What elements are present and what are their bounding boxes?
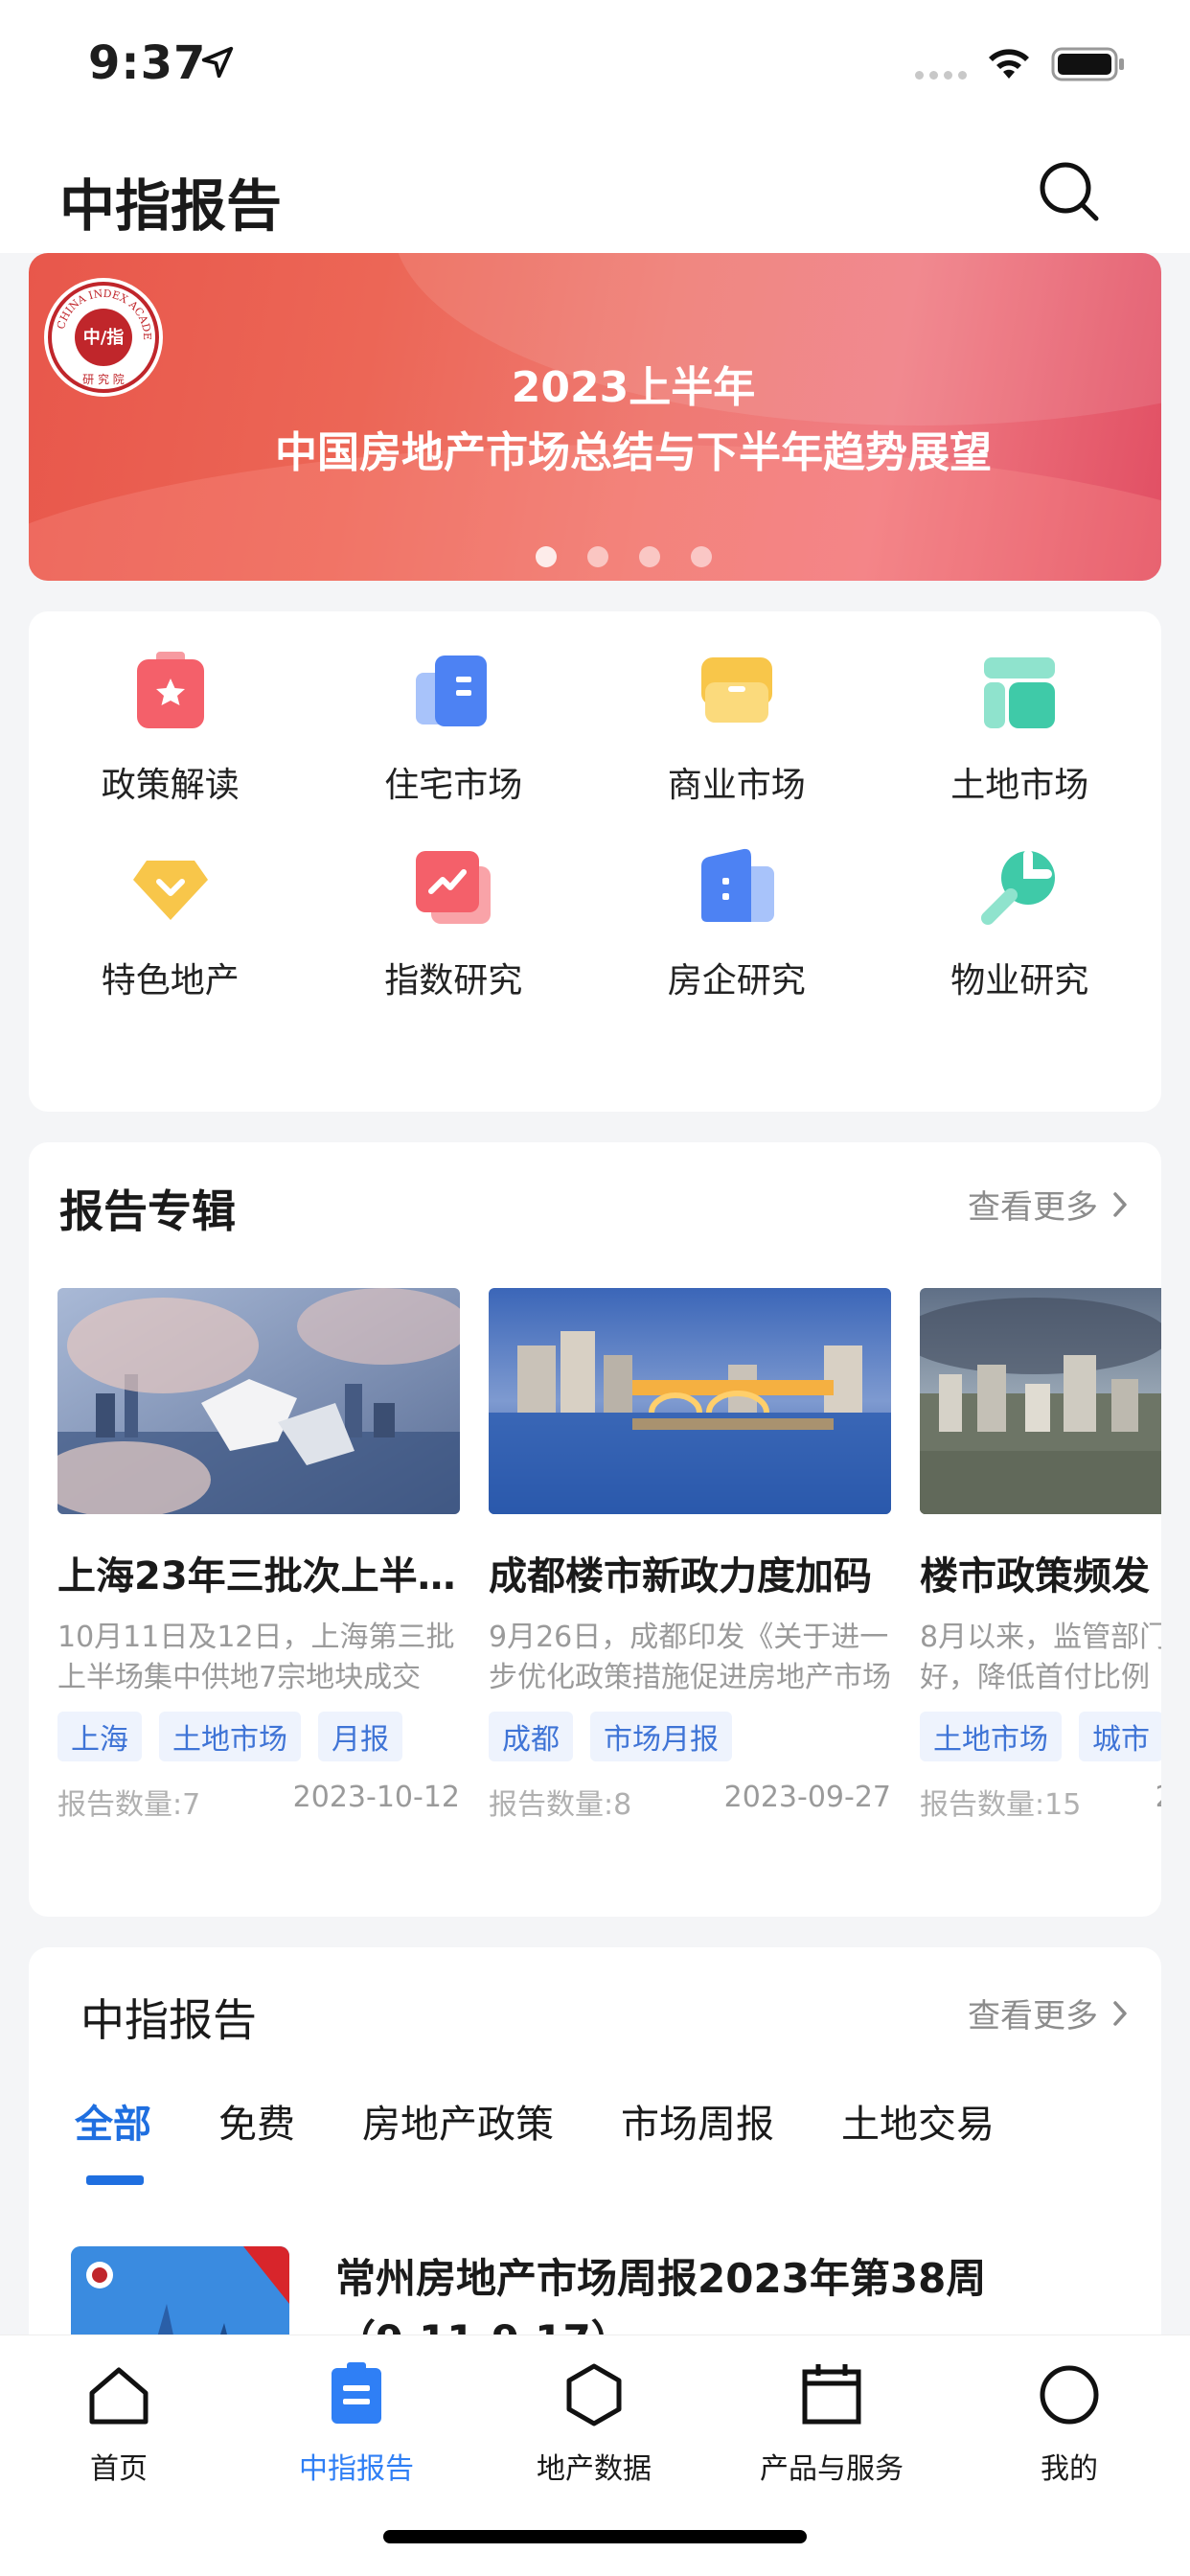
albums-more-link[interactable]: 查看更多	[968, 1181, 1133, 1228]
album-description: 10月11日及12日，上海第三批上半场集中供地7宗地块成交	[57, 1621, 455, 1694]
album-tag[interactable]: 土地市场	[159, 1712, 301, 1761]
tabbar-products[interactable]: 产品与服务	[713, 2360, 950, 2487]
carousel-dot[interactable]	[639, 546, 660, 567]
album-report-count: 报告数量:8	[489, 1788, 632, 1822]
report-filter-tabs: 全部 免费 房地产政策 市场周报 土地交易	[75, 2093, 1062, 2185]
reports-section-title: 中指报告	[80, 1994, 257, 2046]
album-title: 上海23年三批次上半场土地市场月报	[57, 1554, 460, 1598]
profile-icon	[1040, 2365, 1099, 2425]
tab-market-weekly[interactable]: 市场周报	[621, 2093, 774, 2149]
land-icon	[984, 657, 1056, 728]
cellular-signal-icon	[915, 71, 967, 80]
album-date: 2023-10-12	[292, 1781, 460, 1814]
report-icon	[332, 2362, 381, 2424]
album-cover-image	[489, 1288, 891, 1514]
special-estate-icon	[132, 861, 208, 920]
home-icon	[89, 2367, 149, 2425]
album-description: 8月以来，监管部门出台政策利好，降低首付比例	[920, 1621, 1161, 1694]
category-residential[interactable]: 住宅市场	[312, 650, 596, 807]
category-grid-card: 政策解读 住宅市场 商业市场 土地市场 特色地产 指数研究 房企研究 物业研究	[29, 611, 1161, 1112]
tabbar-profile[interactable]: 我的	[950, 2360, 1188, 2487]
album-description: 9月26日，成都印发《关于进一步优化政策措施促进房地产市场平稳健康发展》	[489, 1621, 891, 1694]
svg-text:中/指: 中/指	[83, 327, 125, 348]
category-developer-research[interactable]: 房企研究	[595, 845, 879, 1002]
banner-line-1: 2023上半年	[511, 363, 756, 412]
tab-free[interactable]: 免费	[218, 2093, 295, 2149]
album-tag[interactable]: 城市	[1079, 1712, 1161, 1761]
album-card[interactable]: 楼市政策频发 8月以来，监管部门出台政策利好，降低首付比例 土地市场 城市 报告…	[920, 1288, 1161, 1823]
commercial-icon	[700, 657, 772, 723]
carousel-dot[interactable]	[536, 546, 557, 567]
reports-card: 中指报告 查看更多 全部 免费 房地产政策 市场周报 土地交易	[29, 1947, 1161, 2225]
report-albums-card: 报告专辑 查看更多 上海23年三批次上半场土地市场月报	[29, 1142, 1161, 1917]
wifi-icon	[989, 49, 1029, 79]
banner-line-2: 中国房地产市场总结与下半年趋势展望	[275, 428, 992, 477]
developer-icon	[700, 848, 774, 922]
tabbar-reports[interactable]: 中指报告	[238, 2360, 475, 2487]
album-report-count: 报告数量:15	[920, 1788, 1082, 1822]
album-card[interactable]: 上海23年三批次上半场土地市场月报 10月11日及12日，上海第三批上半场集中供…	[57, 1288, 460, 1823]
tabbar-estate-data[interactable]: 地产数据	[475, 2360, 713, 2487]
page-title: 中指报告	[59, 173, 283, 239]
search-icon[interactable]	[1035, 157, 1104, 226]
reports-more-link[interactable]: 查看更多	[968, 1990, 1133, 2036]
category-index-research[interactable]: 指数研究	[312, 845, 596, 1002]
location-arrow-icon	[201, 46, 234, 79]
album-report-count: 报告数量:7	[57, 1788, 201, 1822]
carousel-dots[interactable]	[29, 546, 1161, 567]
tab-all[interactable]: 全部	[75, 2093, 151, 2185]
page-header: 中指报告	[0, 134, 1190, 253]
album-date: 2023-09-01	[1156, 1781, 1161, 1823]
banner-carousel[interactable]: 中/指 CHINA INDEX ACADEMY 研 究 院 2023上半年 中国…	[29, 253, 1161, 581]
tab-land-trading[interactable]: 土地交易	[841, 2093, 995, 2149]
category-property-research[interactable]: 物业研究	[879, 845, 1162, 1002]
album-cover-image	[57, 1288, 460, 1514]
calendar-icon	[802, 2364, 861, 2425]
category-commercial[interactable]: 商业市场	[595, 650, 879, 807]
carousel-dot[interactable]	[691, 546, 712, 567]
battery-icon	[1051, 47, 1124, 81]
chevron-right-icon	[1113, 1191, 1127, 1217]
category-land[interactable]: 土地市场	[879, 650, 1162, 807]
album-tag[interactable]: 市场月报	[590, 1712, 732, 1761]
album-title: 成都楼市新政力度加码	[489, 1554, 872, 1598]
chevron-right-icon	[1113, 2000, 1127, 2026]
album-card[interactable]: 成都楼市新政力度加码 9月26日，成都印发《关于进一步优化政策措施促进房地产市场…	[489, 1288, 891, 1823]
carousel-dot[interactable]	[587, 546, 608, 567]
status-time: 9:37	[88, 36, 207, 90]
residential-icon	[416, 656, 488, 726]
category-policy[interactable]: 政策解读	[29, 650, 312, 807]
policy-icon	[136, 652, 204, 728]
property-wrench-icon	[981, 850, 1056, 925]
albums-section-title: 报告专辑	[59, 1185, 236, 1237]
album-tag[interactable]: 成都	[489, 1712, 573, 1761]
tab-real-estate-policy[interactable]: 房地产政策	[362, 2093, 554, 2149]
album-tag[interactable]: 土地市场	[920, 1712, 1062, 1761]
tabbar-home[interactable]: 首页	[0, 2360, 238, 2487]
status-bar: 9:37	[0, 0, 1190, 134]
hexagon-data-icon	[566, 2363, 622, 2426]
album-cover-image	[920, 1288, 1161, 1514]
home-indicator[interactable]	[383, 2530, 807, 2543]
album-tag[interactable]: 月报	[318, 1712, 402, 1761]
album-title: 楼市政策频发	[920, 1554, 1150, 1598]
category-special-estate[interactable]: 特色地产	[29, 845, 312, 1002]
album-date: 2023-09-27	[723, 1781, 891, 1814]
index-research-icon	[416, 851, 492, 924]
album-tag[interactable]: 上海	[57, 1712, 142, 1761]
